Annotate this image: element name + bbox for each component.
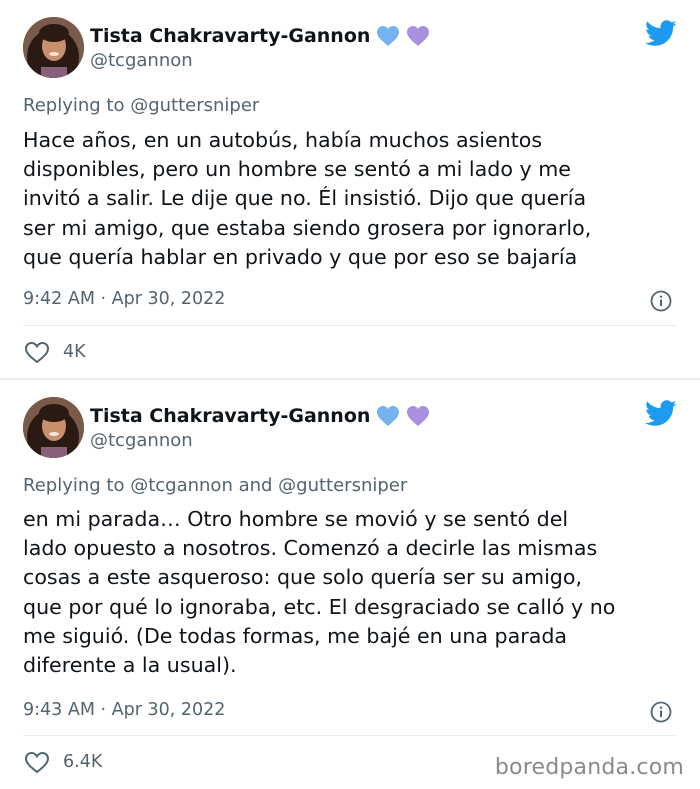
replying-mention-link[interactable]: @tcgannon and @guttersniper (130, 475, 407, 496)
tweet-timestamp[interactable]: 9:42 AM · Apr 30, 2022 (23, 289, 225, 309)
author-display-name[interactable]: Tista Chakravarty-Gannon (90, 405, 370, 427)
replying-prefix: Replying to (23, 95, 131, 116)
tweet-card[interactable]: Tista Chakravarty-Gannon @tcgannon Reply… (0, 0, 700, 378)
replying-to: Replying to @tcgannon and @guttersniper (23, 475, 407, 496)
info-icon[interactable] (650, 290, 672, 312)
heart-outline-icon (24, 341, 50, 364)
tweet-text: Hace años, en un autobús, había muchos a… (23, 128, 592, 269)
tweet-timestamp[interactable]: 9:43 AM · Apr 30, 2022 (23, 700, 225, 720)
info-icon[interactable] (650, 701, 672, 723)
twitter-bird-icon[interactable] (645, 400, 677, 427)
heart-outline-icon (24, 751, 50, 774)
tweet-card[interactable]: Tista Chakravarty-Gannon @tcgannon Reply… (0, 380, 700, 789)
like-button[interactable]: 6.4K (23, 749, 102, 775)
replying-prefix: Replying to (23, 475, 131, 496)
replying-to: Replying to @guttersniper (23, 95, 259, 116)
tweet-text: en mi parada… Otro hombre se movió y se … (23, 507, 616, 678)
author-handle[interactable]: @tcgannon (90, 50, 193, 71)
watermark: boredpanda.com (494, 755, 684, 780)
author-name-row: Tista Chakravarty-Gannon (90, 24, 430, 48)
divider (23, 325, 677, 326)
blue-heart-icon (377, 26, 400, 46)
purple-heart-icon (407, 26, 430, 46)
like-button[interactable]: 4K (23, 339, 86, 365)
author-display-name[interactable]: Tista Chakravarty-Gannon (90, 25, 370, 47)
avatar[interactable] (23, 17, 84, 78)
like-count: 4K (63, 342, 86, 362)
purple-heart-icon (407, 406, 430, 426)
avatar[interactable] (23, 397, 84, 458)
twitter-bird-icon[interactable] (645, 20, 677, 47)
divider (23, 735, 677, 736)
like-count: 6.4K (63, 752, 103, 772)
blue-heart-icon (377, 406, 400, 426)
replying-mention-link[interactable]: @guttersniper (130, 95, 259, 116)
author-name-row: Tista Chakravarty-Gannon (90, 404, 430, 428)
author-handle[interactable]: @tcgannon (90, 430, 193, 451)
